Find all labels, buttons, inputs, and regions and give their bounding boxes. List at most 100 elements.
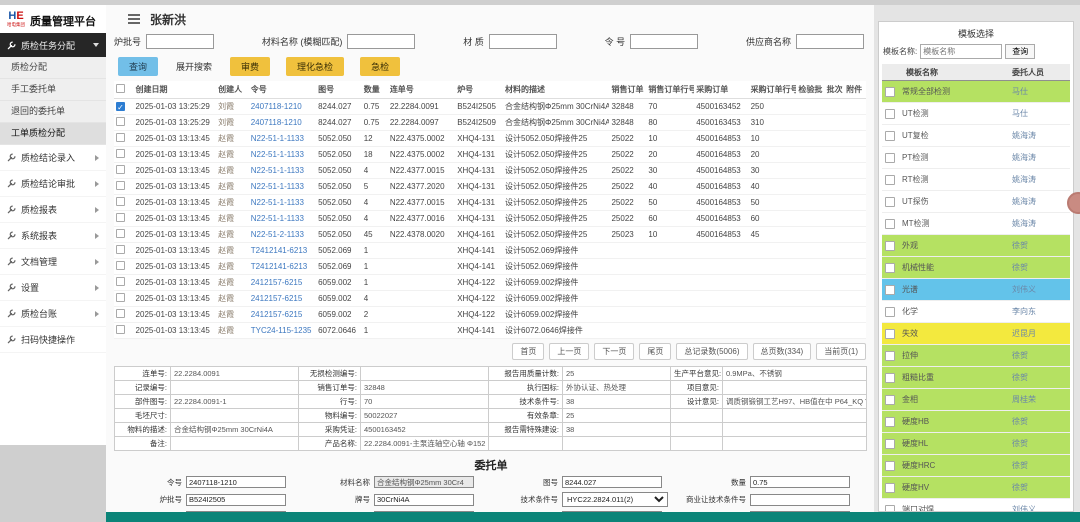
checkbox[interactable] <box>885 263 895 273</box>
sidebar-subitem[interactable]: 工单质检分配 <box>0 123 106 145</box>
order-link[interactable]: 2412157-6215 <box>249 291 316 307</box>
template-person[interactable]: 徐贺 <box>1012 438 1070 449</box>
toolbar-button[interactable]: 查询 <box>118 57 158 76</box>
table-row[interactable]: ✓2025-01-03 13:25:29刘霞2407118-12108244.0… <box>114 99 866 115</box>
order-link[interactable]: 2412157-6215 <box>249 307 316 323</box>
checkbox[interactable] <box>116 245 125 254</box>
sidebar-item[interactable]: 系统报表 <box>0 223 106 249</box>
table-row[interactable]: 2025-01-03 13:13:45赵霞T2412141-62135052.0… <box>114 259 866 275</box>
order-link[interactable]: TYC24-115-1235 <box>249 323 316 339</box>
template-row[interactable]: 硬度HL徐贺 <box>882 433 1070 455</box>
template-row[interactable]: 失效迟昆月 <box>882 323 1070 345</box>
sidebar-group-task-assign[interactable]: 质检任务分配 <box>0 33 106 57</box>
checkbox[interactable] <box>885 175 895 185</box>
checkbox[interactable] <box>885 131 895 141</box>
pagination-button[interactable]: 上一页 <box>549 343 589 360</box>
pagination-button[interactable]: 总页数(334) <box>753 343 812 360</box>
order-link[interactable]: 2407118-1210 <box>249 115 316 131</box>
template-person[interactable]: 马仕 <box>1012 108 1070 119</box>
sidebar-subitem[interactable]: 手工委托单 <box>0 79 106 101</box>
form-input[interactable] <box>374 476 474 488</box>
filter-input[interactable] <box>796 34 864 49</box>
pagination-button[interactable]: 当前页(1) <box>816 343 866 360</box>
sidebar-item[interactable]: 质检报表 <box>0 197 106 223</box>
order-link[interactable]: N22-51-2-1133 <box>249 227 316 243</box>
checkbox[interactable] <box>885 197 895 207</box>
template-row[interactable]: MT检测姚海涛 <box>882 213 1070 235</box>
pagination-button[interactable]: 下一页 <box>594 343 634 360</box>
checkbox[interactable] <box>885 505 895 513</box>
template-row[interactable]: 金相周桂荣 <box>882 389 1070 411</box>
checkbox[interactable] <box>116 213 125 222</box>
form-input[interactable] <box>750 476 850 488</box>
template-person[interactable]: 刘伟义 <box>1012 284 1070 295</box>
toolbar-button[interactable]: 急检 <box>360 57 400 76</box>
checkbox[interactable] <box>885 87 895 97</box>
toolbar-button[interactable]: 展开搜索 <box>174 57 214 76</box>
template-person[interactable]: 徐贺 <box>1012 460 1070 471</box>
checkbox[interactable] <box>116 197 125 206</box>
filter-input[interactable] <box>489 34 557 49</box>
form-input[interactable] <box>186 476 286 488</box>
template-person[interactable]: 马仕 <box>1012 86 1070 97</box>
template-row[interactable]: 粗糙比重徐贺 <box>882 367 1070 389</box>
order-link[interactable]: 2412157-6215 <box>249 275 316 291</box>
table-row[interactable]: 2025-01-03 13:13:45赵霞2412157-62156059.00… <box>114 275 866 291</box>
template-person[interactable]: 徐贺 <box>1012 416 1070 427</box>
template-person[interactable]: 姚海涛 <box>1012 218 1070 229</box>
template-row[interactable]: UT复检姚海涛 <box>882 125 1070 147</box>
checkbox[interactable] <box>116 229 125 238</box>
toolbar-button[interactable]: 理化急检 <box>286 57 344 76</box>
template-row[interactable]: UT检测马仕 <box>882 103 1070 125</box>
sidebar-item[interactable]: 扫码快捷操作 <box>0 327 106 353</box>
order-link[interactable]: 2407118-1210 <box>249 99 316 115</box>
checkbox[interactable] <box>116 149 125 158</box>
table-row[interactable]: 2025-01-03 13:13:45赵霞N22-51-1-11335052.0… <box>114 211 866 227</box>
template-row[interactable]: 常规全部检测马仕 <box>882 81 1070 103</box>
order-link[interactable]: N22-51-1-1133 <box>249 163 316 179</box>
sidebar-item[interactable]: 质检台账 <box>0 301 106 327</box>
template-row[interactable]: 外观徐贺 <box>882 235 1070 257</box>
table-row[interactable]: 2025-01-03 13:13:45赵霞T2412141-62135052.0… <box>114 243 866 259</box>
template-row[interactable]: 拉伸徐贺 <box>882 345 1070 367</box>
template-row[interactable]: 硬度HV徐贺 <box>882 477 1070 499</box>
order-link[interactable]: N22-51-1-1133 <box>249 147 316 163</box>
order-link[interactable]: T2412141-6213 <box>249 259 316 275</box>
checkbox[interactable] <box>885 153 895 163</box>
template-row[interactable]: 光谱刘伟义 <box>882 279 1070 301</box>
sidebar-subitem[interactable]: 质检分配 <box>0 57 106 79</box>
template-row[interactable]: 化学李向东 <box>882 301 1070 323</box>
table-row[interactable]: 2025-01-03 13:13:45赵霞N22-51-2-11335052.0… <box>114 227 866 243</box>
checkbox[interactable] <box>116 165 125 174</box>
checkbox[interactable] <box>885 483 895 493</box>
template-row[interactable]: 端口对焊刘伟义 <box>882 499 1070 512</box>
template-row[interactable]: 机械性能徐贺 <box>882 257 1070 279</box>
table-row[interactable]: 2025-01-03 13:13:45赵霞N22-51-1-11335052.0… <box>114 179 866 195</box>
table-row[interactable]: 2025-01-03 13:13:45赵霞2412157-62156059.00… <box>114 291 866 307</box>
form-input[interactable] <box>750 494 850 506</box>
template-person[interactable]: 刘伟义 <box>1012 504 1070 512</box>
template-row[interactable]: UT探伤姚海涛 <box>882 191 1070 213</box>
filter-input[interactable] <box>146 34 214 49</box>
table-row[interactable]: 2025-01-03 13:13:45赵霞N22-51-1-11335052.0… <box>114 195 866 211</box>
pagination-button[interactable]: 尾页 <box>639 343 671 360</box>
sidebar-item[interactable]: 设置 <box>0 275 106 301</box>
template-person[interactable]: 姚海涛 <box>1012 196 1070 207</box>
filter-input[interactable] <box>347 34 415 49</box>
table-row[interactable]: 2025-01-03 13:13:45赵霞N22-51-1-11335052.0… <box>114 163 866 179</box>
checkbox[interactable] <box>116 309 125 318</box>
checkbox[interactable] <box>116 84 125 93</box>
template-person[interactable]: 徐贺 <box>1012 482 1070 493</box>
template-row[interactable]: 硬度HRC徐贺 <box>882 455 1070 477</box>
form-input[interactable] <box>374 494 474 506</box>
checkbox[interactable] <box>885 351 895 361</box>
checkbox[interactable] <box>885 373 895 383</box>
template-person[interactable]: 徐贺 <box>1012 240 1070 251</box>
checkbox[interactable] <box>885 395 895 405</box>
table-row[interactable]: 2025-01-03 13:13:45赵霞TYC24-115-12356072.… <box>114 323 866 339</box>
template-person[interactable]: 姚海涛 <box>1012 130 1070 141</box>
template-name-input[interactable] <box>920 44 1002 59</box>
toolbar-button[interactable]: 审费 <box>230 57 270 76</box>
order-link[interactable]: N22-51-1-1133 <box>249 179 316 195</box>
template-person[interactable]: 徐贺 <box>1012 262 1070 273</box>
